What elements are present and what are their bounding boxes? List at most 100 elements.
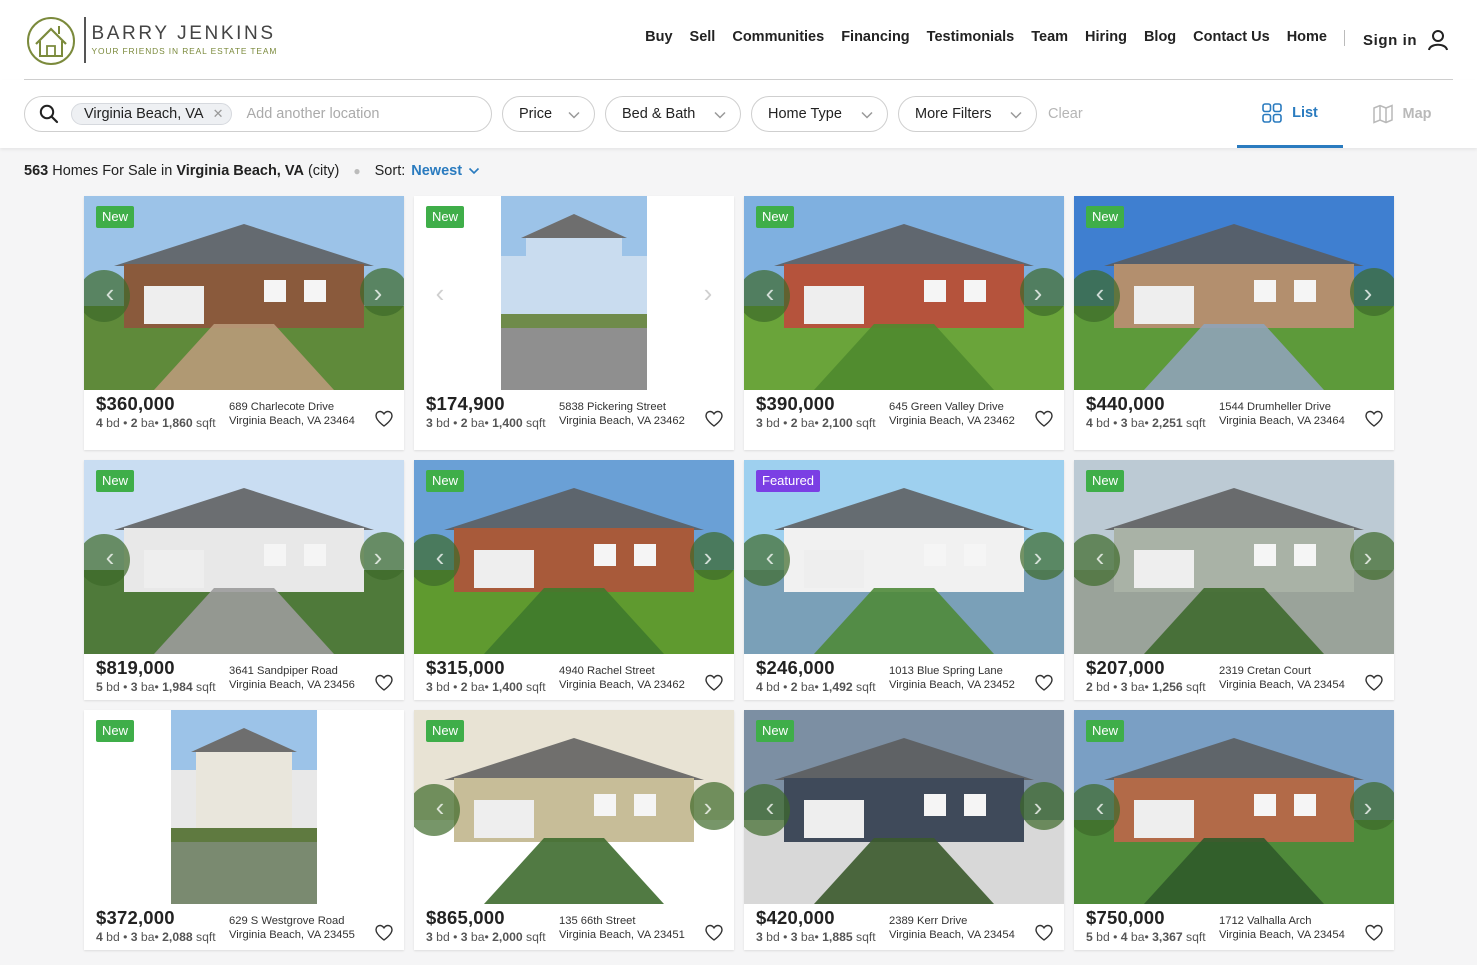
listing-card[interactable]: New ‹ › $819,000 5 bd • 3 ba• 1,984 sqft 3… <box>84 460 404 700</box>
prev-photo-icon[interactable]: ‹ <box>430 794 450 820</box>
sign-in-button[interactable]: Sign in <box>1363 29 1449 51</box>
prev-photo-icon[interactable]: ‹ <box>430 544 450 570</box>
chevron-down-icon[interactable] <box>468 165 480 177</box>
sort-dropdown[interactable]: Newest <box>411 163 462 179</box>
listing-photo[interactable]: New ‹ › <box>414 196 734 390</box>
listing-photo[interactable]: New ‹ › <box>744 196 1064 390</box>
chevron-down-icon <box>1010 111 1022 119</box>
chevron-down-icon <box>714 111 726 119</box>
home-type-filter[interactable]: Home Type <box>751 96 888 132</box>
listing-card[interactable]: New ‹ › $390,000 3 bd • 2 ba• 2,100 sqft 6… <box>744 196 1064 450</box>
location-search[interactable]: Virginia Beach, VA ✕ <box>24 96 492 132</box>
listing-card[interactable]: New ‹ › $440,000 4 bd • 3 ba• 2,251 sqft 1… <box>1074 196 1394 450</box>
prev-photo-icon[interactable]: ‹ <box>1090 794 1110 820</box>
list-view-tab[interactable]: List <box>1237 80 1343 148</box>
nav-hiring[interactable]: Hiring <box>1085 29 1127 45</box>
listing-baths: 2 <box>460 680 468 694</box>
heart-icon[interactable] <box>705 674 723 692</box>
bed-bath-filter[interactable]: Bed & Bath <box>605 96 741 132</box>
listing-address: 689 Charlecote Drive Virginia Beach, VA … <box>229 401 379 428</box>
heart-icon[interactable] <box>375 410 393 428</box>
listing-card[interactable]: New $372,000 4 bd • 3 ba• 2,088 sqft 629… <box>84 710 404 950</box>
prev-photo-icon[interactable]: ‹ <box>430 280 450 306</box>
heart-icon[interactable] <box>1365 924 1383 942</box>
listing-card[interactable]: New ‹ › $750,000 5 bd • 4 ba• 3,367 sqft 1… <box>1074 710 1394 950</box>
location-chip[interactable]: Virginia Beach, VA ✕ <box>71 103 233 125</box>
listing-card[interactable]: New ‹ › $420,000 3 bd • 3 ba• 1,885 sqft 2… <box>744 710 1064 950</box>
listing-badge: New <box>96 470 135 492</box>
next-photo-icon[interactable]: › <box>1028 544 1048 570</box>
result-location: Virginia Beach, VA <box>176 163 304 179</box>
next-photo-icon[interactable]: › <box>368 544 388 570</box>
remove-location-icon[interactable]: ✕ <box>213 106 224 122</box>
next-photo-icon[interactable]: › <box>698 280 718 306</box>
heart-icon[interactable] <box>1365 410 1383 428</box>
listing-card[interactable]: New ‹ › $207,000 2 bd • 3 ba• 1,256 sqft 2… <box>1074 460 1394 700</box>
listing-photo[interactable]: New ‹ › <box>414 710 734 904</box>
prev-photo-icon[interactable]: ‹ <box>1090 544 1110 570</box>
listing-photo[interactable]: New ‹ › <box>84 460 404 654</box>
listing-card[interactable]: Featured ‹ › $246,000 4 bd • 2 ba• 1,492 s… <box>744 460 1064 700</box>
listing-photo[interactable]: New ‹ › <box>414 460 734 654</box>
listing-card[interactable]: New ‹ › $315,000 3 bd • 2 ba• 1,400 sqft 4… <box>414 460 734 700</box>
prev-photo-icon[interactable]: ‹ <box>760 280 780 306</box>
heart-icon[interactable] <box>705 924 723 942</box>
prev-photo-icon[interactable]: ‹ <box>760 794 780 820</box>
listing-photo[interactable]: New ‹ › <box>1074 196 1394 390</box>
listing-photo[interactable]: New ‹ › <box>1074 460 1394 654</box>
brand-logo[interactable]: BARRY JENKINS YOUR FRIENDS IN REAL ESTAT… <box>24 14 277 66</box>
prev-photo-icon[interactable]: ‹ <box>1090 280 1110 306</box>
listing-card[interactable]: New ‹ › $174,900 3 bd • 2 ba• 1,400 sqft 5… <box>414 196 734 450</box>
nav-testimonials[interactable]: Testimonials <box>927 29 1015 45</box>
result-suffix: (city) <box>307 163 340 179</box>
heart-icon[interactable] <box>1035 674 1053 692</box>
listing-price: $372,000 <box>96 907 175 928</box>
listing-price: $315,000 <box>426 657 505 678</box>
listing-baths: 3 <box>130 680 138 694</box>
prev-photo-icon[interactable]: ‹ <box>100 544 120 570</box>
listing-beds: 2 <box>1086 680 1093 694</box>
prev-photo-icon[interactable]: ‹ <box>100 280 120 306</box>
listing-photo[interactable]: New <box>84 710 404 904</box>
more-filters[interactable]: More Filters <box>898 96 1037 132</box>
heart-icon[interactable] <box>375 924 393 942</box>
prev-photo-icon[interactable]: ‹ <box>760 544 780 570</box>
clear-filters-button[interactable]: Clear <box>1048 106 1083 122</box>
next-photo-icon[interactable]: › <box>1358 794 1378 820</box>
next-photo-icon[interactable]: › <box>1028 794 1048 820</box>
listing-card[interactable]: New ‹ › $865,000 3 bd • 3 ba• 2,000 sqft 1… <box>414 710 734 950</box>
listing-photo[interactable]: New ‹ › <box>744 710 1064 904</box>
heart-icon[interactable] <box>705 410 723 428</box>
listing-photo[interactable]: New ‹ › <box>84 196 404 390</box>
listing-card[interactable]: New ‹ › $360,000 4 bd • 2 ba• 1,860 sqft 6… <box>84 196 404 450</box>
nav-financing[interactable]: Financing <box>841 29 909 45</box>
nav-team[interactable]: Team <box>1031 29 1068 45</box>
nav-divider <box>1344 30 1345 46</box>
heart-icon[interactable] <box>1365 674 1383 692</box>
heart-icon[interactable] <box>1035 410 1053 428</box>
add-location-input[interactable] <box>246 106 447 122</box>
next-photo-icon[interactable]: › <box>1028 280 1048 306</box>
listing-beds: 4 <box>756 680 763 694</box>
main-nav: Buy Sell Communities Financing Testimoni… <box>645 29 1327 45</box>
nav-blog[interactable]: Blog <box>1144 29 1176 45</box>
brand-text: BARRY JENKINS YOUR FRIENDS IN REAL ESTAT… <box>92 23 278 57</box>
next-photo-icon[interactable]: › <box>698 544 718 570</box>
nav-contact-us[interactable]: Contact Us <box>1193 29 1270 45</box>
listing-photo[interactable]: Featured ‹ › <box>744 460 1064 654</box>
listing-photo[interactable]: New ‹ › <box>1074 710 1394 904</box>
map-view-tab[interactable]: Map <box>1352 80 1452 148</box>
heart-icon[interactable] <box>1035 924 1053 942</box>
nav-home[interactable]: Home <box>1287 29 1327 45</box>
next-photo-icon[interactable]: › <box>1358 544 1378 570</box>
next-photo-icon[interactable]: › <box>698 794 718 820</box>
heart-icon[interactable] <box>375 674 393 692</box>
nav-communities[interactable]: Communities <box>732 29 824 45</box>
listing-baths: 2 <box>460 416 468 430</box>
listing-street: 689 Charlecote Drive <box>229 401 335 413</box>
next-photo-icon[interactable]: › <box>1358 280 1378 306</box>
price-filter[interactable]: Price <box>502 96 595 132</box>
nav-buy[interactable]: Buy <box>645 29 672 45</box>
nav-sell[interactable]: Sell <box>690 29 716 45</box>
next-photo-icon[interactable]: › <box>368 280 388 306</box>
